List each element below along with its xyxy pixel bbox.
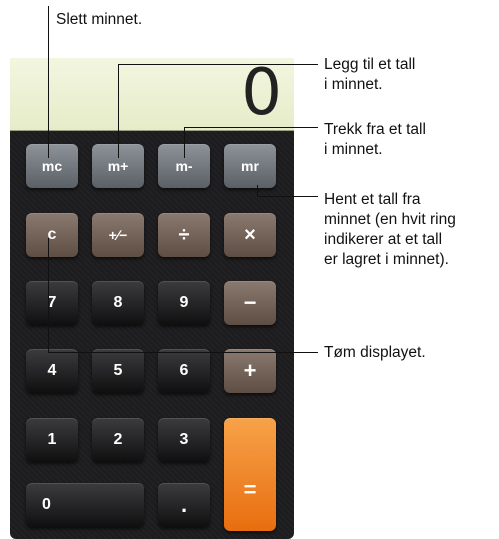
digit-4-button[interactable]: 4 xyxy=(26,349,78,393)
equals-button[interactable]: = xyxy=(224,418,276,531)
clear-button[interactable]: c xyxy=(26,213,78,257)
plus-minus-button[interactable]: +∕− xyxy=(92,213,144,257)
calculator-display: 0 xyxy=(10,58,294,131)
callout-line-mminus-v xyxy=(184,127,185,158)
callout-clear-memory: Slett minnet. xyxy=(56,11,143,28)
callout-line-mr-v xyxy=(257,185,258,197)
callout-line-mc xyxy=(48,6,49,158)
digit-0-button[interactable]: 0 xyxy=(26,483,144,527)
add-button[interactable]: + xyxy=(224,349,276,393)
digit-5-button[interactable]: 5 xyxy=(92,349,144,393)
callout-line-clear-v xyxy=(48,238,49,352)
digit-9-button[interactable]: 9 xyxy=(158,281,210,325)
subtract-button[interactable]: − xyxy=(224,281,276,325)
digit-3-button[interactable]: 3 xyxy=(158,418,210,462)
callout-add-memory: Legg til et tall i minnet. xyxy=(324,56,416,93)
callout-subtract-memory: Trekk fra et tall i minnet. xyxy=(324,121,426,158)
digit-6-button[interactable]: 6 xyxy=(158,349,210,393)
digit-8-button[interactable]: 8 xyxy=(92,281,144,325)
digit-7-button[interactable]: 7 xyxy=(26,281,78,325)
callout-line-mr-h xyxy=(257,196,318,197)
callout-line-mminus-h xyxy=(184,127,318,128)
decimal-button[interactable]: . xyxy=(158,483,210,527)
divide-button[interactable]: ÷ xyxy=(158,213,210,257)
callout-recall-memory: Hent et tall fra minnet (en hvit ring in… xyxy=(324,191,456,268)
calculator-app: 0 mc m+ m- mr c +∕− ÷ × 7 8 9 − 4 5 6 + … xyxy=(10,58,294,539)
digit-1-button[interactable]: 1 xyxy=(26,418,78,462)
digit-2-button[interactable]: 2 xyxy=(92,418,144,462)
callout-line-clear-h xyxy=(48,352,318,353)
display-value: 0 xyxy=(241,58,282,130)
callout-line-mplus-h xyxy=(118,64,318,65)
mr-button[interactable]: mr xyxy=(224,144,276,188)
mc-button[interactable]: mc xyxy=(26,144,78,188)
callout-line-mplus-v xyxy=(118,64,119,158)
callout-clear-display: Tøm displayet. xyxy=(324,344,426,361)
multiply-button[interactable]: × xyxy=(224,213,276,257)
